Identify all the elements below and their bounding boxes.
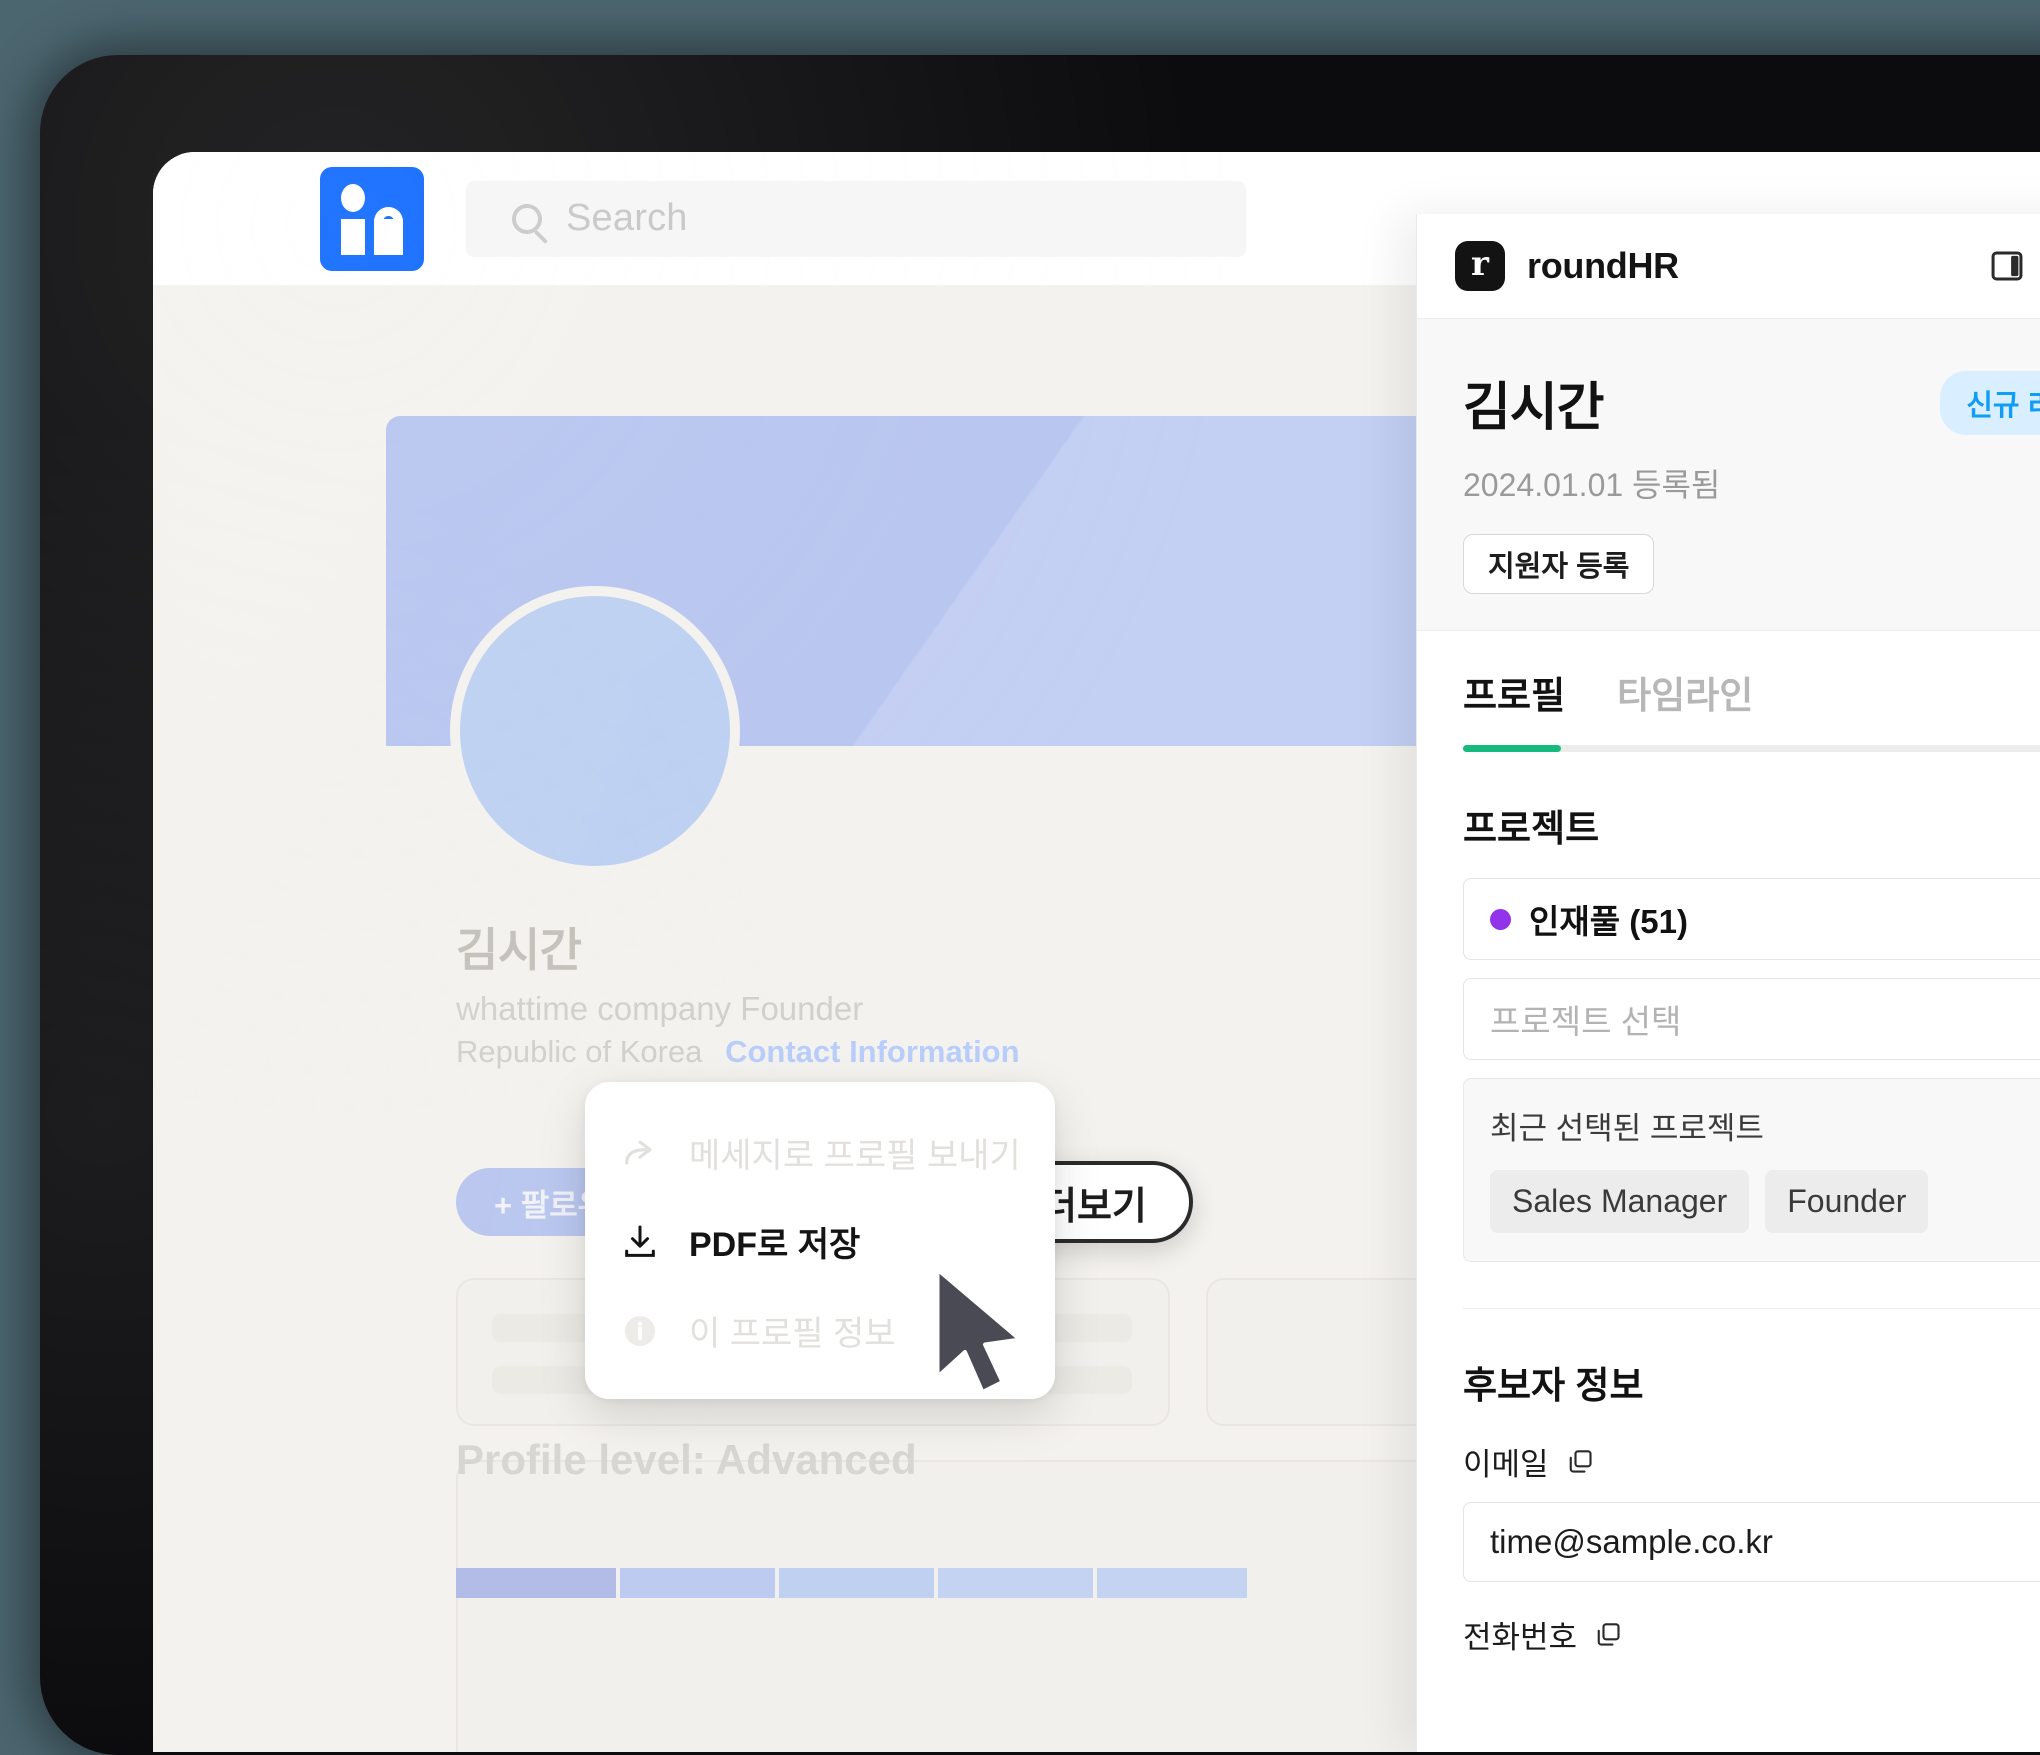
avatar[interactable] — [450, 586, 740, 876]
tablet-device-frame: Search 김시간 whattime company Founder Repu… — [40, 55, 2040, 1755]
profile-progress-bar — [456, 1568, 1247, 1598]
email-value: time@sample.co.kr — [1490, 1523, 1773, 1560]
recent-projects-panel: 최근 선택된 프로젝트 Sales Manager Founder — [1463, 1078, 2040, 1262]
device-screen: Search 김시간 whattime company Founder Repu… — [153, 152, 2040, 1752]
search-icon — [512, 203, 542, 234]
tab-timeline[interactable]: 타임라인 — [1617, 665, 1753, 745]
sidebar-panel-icon[interactable] — [1987, 246, 2027, 286]
menu-item-save-pdf[interactable]: PDF로 저장 — [585, 1197, 1055, 1286]
status-badge: 신규 리드 — [1940, 370, 2040, 435]
registered-date: 2024.01.01 등록됨 — [1463, 467, 1721, 503]
info-icon — [619, 1310, 661, 1352]
copy-icon[interactable] — [1593, 1620, 1623, 1650]
email-label-text: 이메일 — [1463, 1447, 1549, 1482]
menu-item-label: 메세지로 프로필 보내기 — [689, 1137, 1021, 1175]
linkedin-logo-icon[interactable] — [320, 166, 424, 271]
phone-label-text: 전화번호 — [1463, 1620, 1578, 1655]
recent-projects-tags: Sales Manager Founder — [1490, 1170, 2040, 1233]
progress-segment — [1097, 1568, 1247, 1598]
panel-tabs: 프로필 타임라인 — [1463, 631, 2040, 745]
copy-icon[interactable] — [1565, 1447, 1595, 1477]
more-dropdown-menu: 메세지로 프로필 보내기 PDF로 저장 이 프로필 정보 — [585, 1082, 1055, 1399]
project-select-placeholder: 프로젝트 선택 — [1490, 1003, 1682, 1040]
recent-project-tag[interactable]: Sales Manager — [1490, 1170, 1750, 1233]
roundhr-logo-icon: r — [1455, 241, 1505, 291]
candidate-summary: 김시간 신규 리드 2024.01.01 등록됨 지원자 등록 — [1417, 319, 2040, 631]
share-arrow-icon — [619, 1132, 661, 1174]
email-field[interactable]: time@sample.co.kr — [1463, 1502, 2040, 1582]
project-section-title: 프로젝트 — [1463, 808, 1600, 849]
candidate-name-row: 김시간 신규 리드 — [1463, 365, 2040, 440]
menu-item-label: PDF로 저장 — [689, 1226, 861, 1264]
profile-location: Republic of Korea — [456, 1034, 703, 1069]
roundhr-side-panel: r roundHR 김시간 신규 2024.01.01 등록됨 지원자 등록 프… — [1416, 214, 2040, 1752]
profile-identity: 김시간 whattime company Founder Republic of… — [456, 914, 1456, 1070]
candidate-section-title: 후보자 정보 — [1463, 1365, 1644, 1406]
search-input[interactable]: Search — [466, 180, 1246, 257]
recent-project-tag[interactable]: Founder — [1765, 1170, 1929, 1233]
recent-projects-header[interactable]: 최근 선택된 프로젝트 — [1490, 1103, 2040, 1148]
download-icon — [619, 1221, 661, 1263]
tab-profile[interactable]: 프로필 — [1463, 665, 1565, 745]
register-applicant-button[interactable]: 지원자 등록 — [1463, 534, 1655, 594]
progress-segment — [779, 1568, 934, 1598]
email-field-label: 이메일 — [1463, 1439, 2040, 1484]
progress-segment — [620, 1568, 775, 1598]
menu-item-about-profile[interactable]: 이 프로필 정보 — [585, 1286, 1055, 1375]
tab-underline — [1463, 745, 2040, 752]
profile-location-row: Republic of Korea Contact Information — [456, 1034, 1456, 1070]
menu-item-send-profile[interactable]: 메세지로 프로필 보내기 — [585, 1108, 1055, 1197]
progress-segment — [456, 1568, 616, 1598]
progress-segment — [938, 1568, 1093, 1598]
panel-body: 프로필 타임라인 프로젝트 인재풀 (51) 프로젝트 선택 최근 선택된 프로… — [1417, 631, 2040, 1752]
contact-information-link[interactable]: Contact Information — [725, 1034, 1020, 1069]
selected-project-label: 인재풀 (51) — [1529, 903, 1688, 940]
menu-item-label: 이 프로필 정보 — [689, 1315, 896, 1353]
candidate-name: 김시간 — [1463, 379, 1605, 437]
profile-name: 김시간 — [456, 924, 582, 976]
panel-header-actions — [1987, 246, 2040, 286]
profile-headline: whattime company Founder — [456, 990, 864, 1027]
project-color-dot — [1490, 908, 1511, 930]
panel-title: roundHR — [1527, 245, 1679, 286]
recent-projects-title: 최근 선택된 프로젝트 — [1490, 1111, 1764, 1146]
panel-header: r roundHR — [1417, 214, 2040, 319]
profile-level-label: Profile level: Advanced — [456, 1436, 917, 1483]
search-placeholder: Search — [566, 197, 688, 239]
section-divider — [1463, 1308, 2040, 1309]
phone-field-label: 전화번호 — [1463, 1612, 2040, 1657]
project-select[interactable]: 프로젝트 선택 — [1463, 978, 2040, 1060]
selected-project-chip[interactable]: 인재풀 (51) — [1463, 878, 2040, 960]
